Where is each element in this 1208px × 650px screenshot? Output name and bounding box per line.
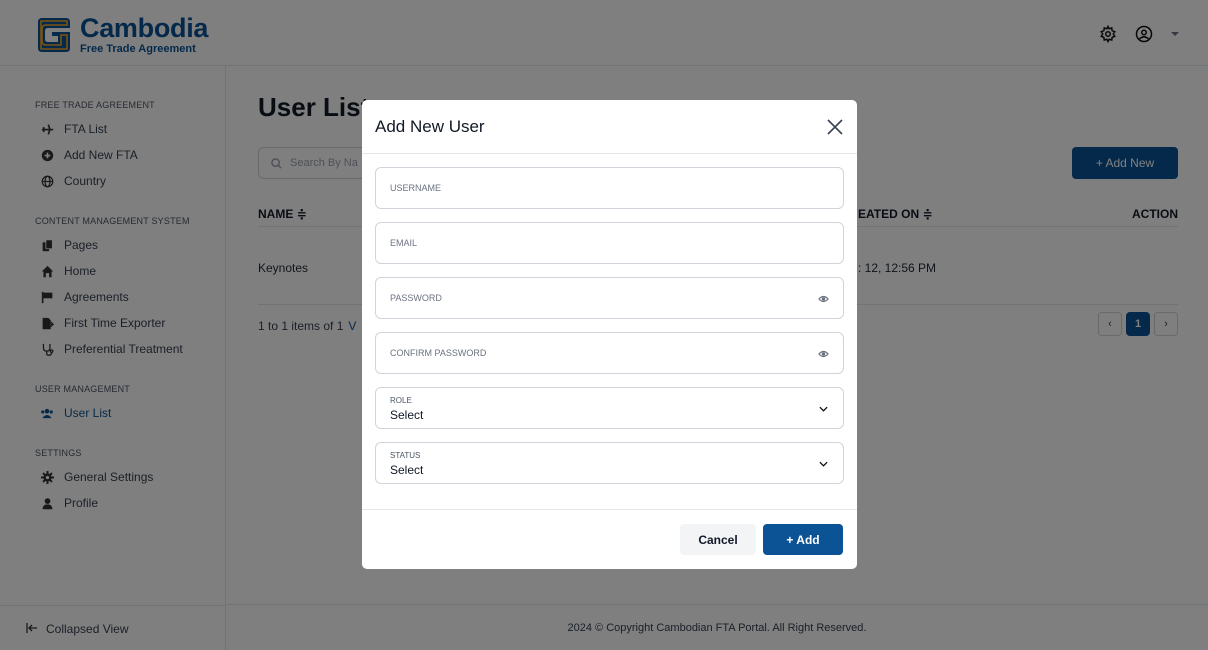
status-value: Select [390,463,424,477]
chevron-down-icon [817,458,829,470]
add-user-button[interactable]: + Add [763,524,843,555]
cancel-button[interactable]: Cancel [680,524,756,555]
add-user-modal: Add New User USERNAME EMAIL PASSWORD CON… [362,100,857,569]
status-select[interactable]: STATUS Select [375,442,844,484]
chevron-down-icon [817,403,829,415]
eye-icon[interactable] [817,348,829,360]
role-value: Select [390,408,424,422]
modal-title: Add New User [375,117,485,136]
confirm-password-placeholder: CONFIRM PASSWORD [390,348,487,358]
username-field[interactable]: USERNAME [375,167,844,209]
eye-icon[interactable] [817,293,829,305]
role-label: ROLE [390,396,412,405]
email-placeholder: EMAIL [390,238,418,248]
username-placeholder: USERNAME [390,183,442,193]
confirm-password-field[interactable]: CONFIRM PASSWORD [375,332,844,374]
password-placeholder: PASSWORD [390,293,442,303]
status-label: STATUS [390,451,421,460]
close-icon[interactable] [825,117,845,137]
email-field[interactable]: EMAIL [375,222,844,264]
role-select[interactable]: ROLE Select [375,387,844,429]
password-field[interactable]: PASSWORD [375,277,844,319]
